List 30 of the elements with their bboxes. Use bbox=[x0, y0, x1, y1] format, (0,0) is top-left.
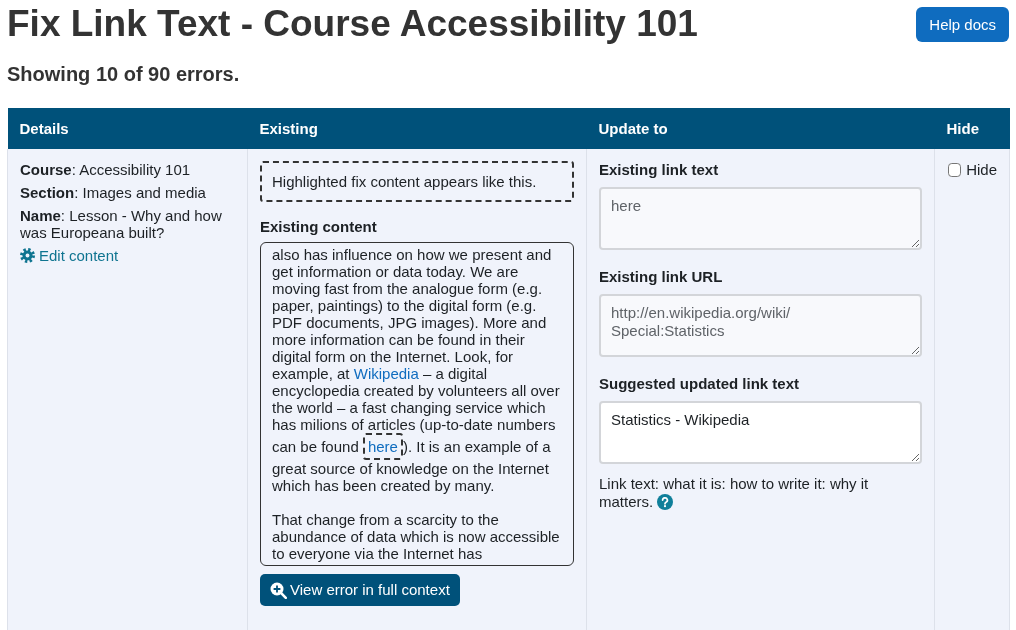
help-docs-button[interactable]: Help docs bbox=[916, 7, 1009, 42]
content-paragraph: also has influence on how we present and get information or data today. We are moving fast from the analogue form (e.g. paper, paintings) to the digital form (e.g. PDF documents, JPG images). More and more information can be found in their digital form on the Internet. Look, for example, at Wikipedia – a digital encyclopedia created by volunteers all over the world – a fast changing service which has milions of articles (up-to-date numbers can be found here ). It is an example of a great source of knowledge on the Internet which has been created by many. bbox=[272, 246, 561, 494]
highlight-legend: Highlighted fix content appears like this. bbox=[260, 161, 574, 202]
column-header: Existing bbox=[247, 108, 587, 149]
text-area-field[interactable]: Statistics - Wikipedia bbox=[599, 401, 922, 464]
content-paragraph: That change from a scarcity to the abundance of data which is now accessible to everyone via the Internet has bbox=[272, 511, 561, 562]
help-text: Link text: what it is: how to write it: why it matters. bbox=[599, 475, 869, 510]
hide-checkbox[interactable] bbox=[948, 163, 962, 177]
content-label: Existing content bbox=[260, 218, 378, 236]
error-summary: Showing 10 of 90 errors. bbox=[7, 62, 241, 86]
detail-text: Course: Accessibility 101 bbox=[20, 161, 192, 178]
detail-text: Section: Images and media bbox=[20, 184, 207, 201]
column-header: Hide bbox=[934, 108, 1010, 149]
checkbox-label[interactable]: Hide bbox=[966, 161, 997, 178]
field-label: Suggested updated link text bbox=[599, 375, 801, 393]
column-header: Update to bbox=[586, 108, 935, 149]
column-header: Details bbox=[7, 108, 248, 149]
field-label: Existing link text bbox=[599, 161, 720, 179]
help-icon bbox=[657, 494, 674, 510]
content-link[interactable]: Wikipedia bbox=[353, 365, 419, 382]
gear-icon bbox=[20, 248, 35, 263]
text-area-field[interactable]: here bbox=[599, 187, 922, 250]
detail-text: Name: Lesson - Why and how was Europeana built? bbox=[20, 207, 223, 241]
edit-content-link[interactable]: Edit content bbox=[20, 247, 119, 264]
field-label: Existing link URL bbox=[599, 268, 724, 286]
zoom-in-icon bbox=[270, 581, 287, 599]
content-link[interactable]: here bbox=[362, 433, 403, 460]
text-area-field[interactable]: http://en.wikipedia.org/wiki/Special:Statistics bbox=[599, 294, 922, 357]
page-title: Fix Link Text - Course Accessibility 101 bbox=[7, 2, 698, 46]
view-context-button[interactable]: View error in full context bbox=[260, 574, 460, 606]
